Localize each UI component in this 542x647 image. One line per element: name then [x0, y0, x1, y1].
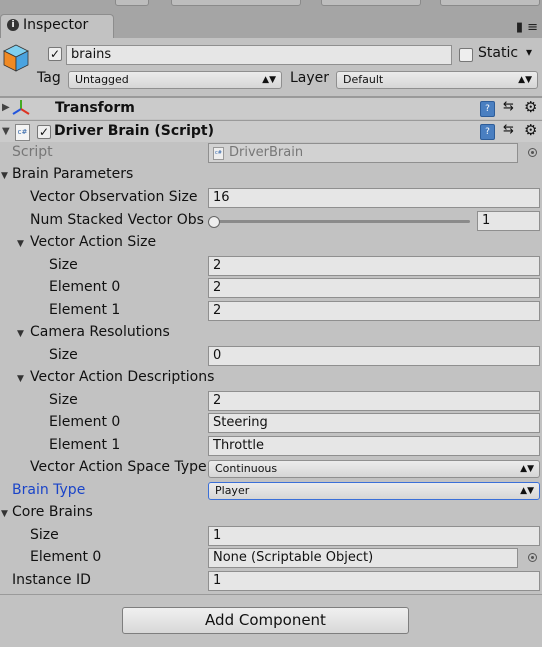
vector-action-size-element-input[interactable]: 2	[208, 278, 540, 298]
foldout-expanded-icon[interactable]: ▼	[17, 329, 24, 339]
gear-icon[interactable]: ⚙	[524, 121, 537, 139]
element-label: Element 0	[49, 414, 121, 430]
vector-action-space-type-label: Vector Action Space Type	[30, 459, 207, 475]
size-label: Size	[49, 392, 78, 408]
layer-label: Layer	[290, 70, 330, 86]
toolbar-button-stub[interactable]	[171, 0, 301, 6]
component-enabled-checkbox[interactable]: ✓	[37, 125, 51, 139]
tag-dropdown[interactable]: Untagged ▲▼	[68, 71, 282, 89]
dropdown-arrows-icon: ▲▼	[520, 486, 534, 496]
tab-inspector[interactable]: i Inspector	[0, 14, 114, 38]
script-label: Script	[12, 144, 53, 160]
vector-observation-size-label: Vector Observation Size	[30, 189, 198, 205]
brain-type-label: Brain Type	[12, 482, 86, 498]
num-stacked-slider-track[interactable]	[212, 220, 470, 223]
toolbar-button-stub[interactable]	[440, 0, 540, 6]
object-picker-icon[interactable]	[528, 553, 537, 562]
script-value: DriverBrain	[229, 145, 304, 160]
tag-label: Tag	[37, 70, 61, 86]
preset-icon[interactable]: ⇆	[503, 122, 514, 137]
gameobject-cube-icon	[3, 44, 29, 72]
vector-action-space-type-dropdown[interactable]: Continuous ▲▼	[208, 460, 540, 478]
num-stacked-slider-handle[interactable]	[208, 216, 220, 228]
camera-resolutions-size-input[interactable]: 0	[208, 346, 540, 366]
static-label: Static	[478, 45, 519, 61]
toolbar-button-stub[interactable]	[321, 0, 421, 6]
size-label: Size	[30, 527, 59, 543]
preset-icon[interactable]: ⇆	[503, 99, 514, 114]
driver-brain-title: Driver Brain (Script)	[54, 123, 214, 139]
layer-dropdown[interactable]: Default ▲▼	[336, 71, 538, 89]
foldout-expanded-icon[interactable]: ▼	[1, 509, 8, 519]
foldout-expanded-icon[interactable]: ▼	[17, 374, 24, 384]
foldout-expanded-icon[interactable]: ▼	[17, 239, 24, 249]
foldout-expanded-icon[interactable]: ▼	[1, 171, 8, 181]
description-element-input[interactable]: Steering	[208, 413, 540, 433]
vector-action-size-label: Vector Action Size	[30, 234, 157, 250]
info-icon: i	[7, 19, 19, 31]
script-file-icon: c#	[213, 147, 224, 160]
element-label: Element 1	[49, 437, 121, 453]
vector-action-size-element-input[interactable]: 2	[208, 301, 540, 321]
transform-axes-icon	[12, 100, 30, 115]
instance-id-input[interactable]: 1	[208, 571, 540, 591]
script-field: DriverBrain	[208, 143, 518, 163]
active-checkbox[interactable]: ✓	[48, 47, 62, 61]
tag-value: Untagged	[75, 73, 129, 86]
tab-label: Inspector	[23, 17, 89, 33]
static-dropdown-arrow-icon[interactable]: ▾	[526, 45, 532, 59]
camera-resolutions-label: Camera Resolutions	[30, 324, 170, 340]
brain-parameters-label: Brain Parameters	[12, 166, 134, 182]
size-label: Size	[49, 347, 78, 363]
description-element-input[interactable]: Throttle	[208, 436, 540, 456]
gear-icon[interactable]: ⚙	[524, 98, 537, 116]
brain-type-dropdown[interactable]: Player ▲▼	[208, 482, 540, 500]
dropdown-arrows-icon: ▲▼	[262, 75, 276, 85]
tab-menu-icon[interactable]: ▮ ≡	[516, 20, 538, 35]
help-book-icon[interactable]: ?	[480, 101, 495, 117]
object-name-field[interactable]: brains	[66, 45, 452, 65]
toolbar-button-stub[interactable]	[115, 0, 149, 6]
element-label: Element 1	[49, 302, 121, 318]
dropdown-value: Continuous	[215, 462, 278, 475]
dropdown-arrows-icon: ▲▼	[520, 464, 534, 474]
size-label: Size	[49, 257, 78, 273]
core-brains-size-input[interactable]: 1	[208, 526, 540, 546]
num-stacked-input[interactable]: 1	[477, 211, 540, 231]
instance-id-label: Instance ID	[12, 572, 91, 588]
layer-value: Default	[343, 73, 384, 86]
dropdown-arrows-icon: ▲▼	[518, 75, 532, 85]
dropdown-value: Player	[215, 484, 250, 497]
static-checkbox[interactable]	[459, 48, 473, 62]
foldout-collapsed-icon[interactable]: ▶	[2, 102, 10, 113]
add-component-button[interactable]: Add Component	[122, 607, 409, 634]
element-label: Element 0	[49, 279, 121, 295]
core-brain-object-field[interactable]: None (Scriptable Object)	[208, 548, 518, 568]
vector-observation-size-input[interactable]: 16	[208, 188, 540, 208]
help-book-icon[interactable]: ?	[480, 124, 495, 140]
script-file-icon: c#	[15, 124, 30, 141]
object-picker-icon[interactable]	[528, 148, 537, 157]
descriptions-size-input[interactable]: 2	[208, 391, 540, 411]
core-brains-label: Core Brains	[12, 504, 93, 520]
num-stacked-label: Num Stacked Vector Obs	[30, 212, 204, 228]
vector-action-size-count-input[interactable]: 2	[208, 256, 540, 276]
element-label: Element 0	[30, 549, 102, 565]
transform-title: Transform	[55, 100, 135, 116]
vector-action-descriptions-label: Vector Action Descriptions	[30, 369, 215, 385]
foldout-expanded-icon[interactable]: ▼	[2, 126, 10, 137]
